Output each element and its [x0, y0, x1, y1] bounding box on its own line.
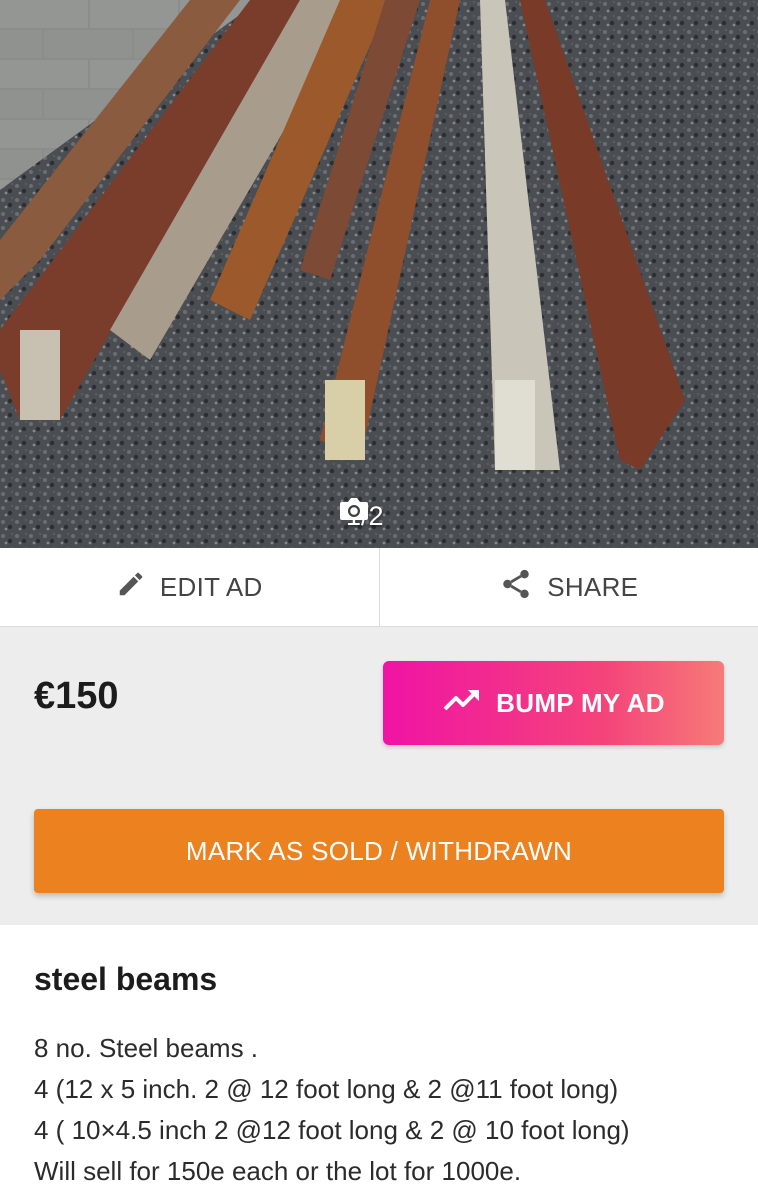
description-line: 8 no. Steel beams .: [34, 1033, 259, 1063]
listing-photo[interactable]: 1/2: [0, 0, 758, 548]
bump-my-ad-label: BUMP MY AD: [496, 687, 665, 718]
mark-as-sold-button[interactable]: MARK AS SOLD / WITHDRAWN: [34, 809, 724, 893]
ad-management-panel: €150 BUMP MY AD MARK AS SOLD / WITHDRAWN: [0, 627, 758, 925]
share-icon: [499, 567, 533, 608]
edit-ad-button[interactable]: EDIT AD: [0, 548, 379, 626]
share-button[interactable]: SHARE: [378, 548, 758, 626]
pencil-icon: [116, 569, 146, 606]
share-label: SHARE: [547, 571, 639, 602]
edit-ad-label: EDIT AD: [159, 571, 263, 602]
steel-beams-photo: [0, 0, 758, 548]
photo-counter: 1/2: [338, 496, 384, 536]
listing-details: steel beams 8 no. Steel beams . 4 (12 x …: [0, 925, 758, 1192]
listing-description: 8 no. Steel beams . 4 (12 x 5 inch. 2 @ …: [34, 1028, 724, 1192]
description-line: 4 (12 x 5 inch. 2 @ 12 foot long & 2 @11…: [34, 1074, 619, 1104]
description-line: Will sell for 150e each or the lot for 1…: [34, 1156, 522, 1186]
listing-title: steel beams: [34, 961, 218, 997]
description-line: 4 ( 10×4.5 inch 2 @12 foot long & 2 @ 10…: [34, 1115, 630, 1145]
price: €150: [34, 675, 119, 717]
bump-my-ad-button[interactable]: BUMP MY AD: [383, 661, 724, 745]
trending-up-icon: [442, 687, 482, 720]
mark-as-sold-label: MARK AS SOLD / WITHDRAWN: [185, 835, 573, 866]
ad-actions-bar: EDIT AD SHARE: [0, 548, 758, 627]
